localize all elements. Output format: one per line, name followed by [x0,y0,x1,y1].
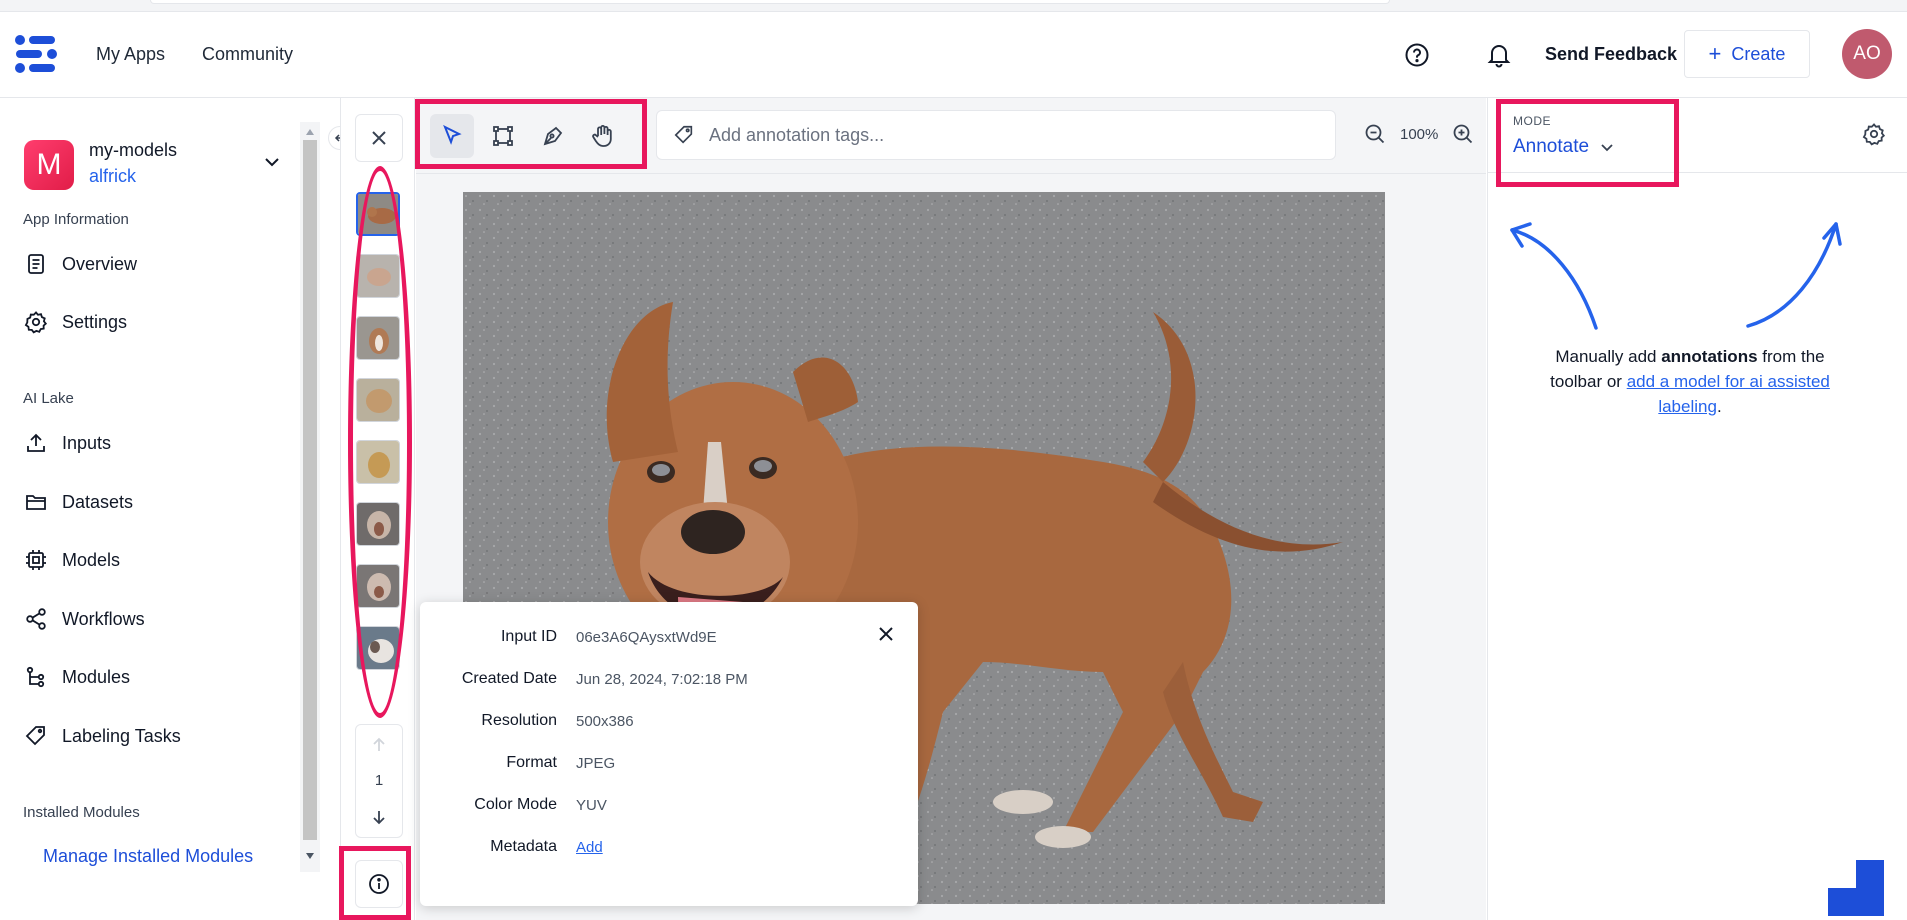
sidebar-item-label: Labeling Tasks [62,725,181,746]
section-ai-lake: AI Lake [23,390,74,407]
sidebar-item-labeling-tasks[interactable]: Labeling Tasks [24,721,181,751]
sidebar-item-label: Inputs [62,432,112,453]
close-popup-icon[interactable] [876,624,896,644]
zoom-level: 100% [1400,126,1439,143]
sidebar-item-settings[interactable]: Settings [24,307,127,337]
sidebar-item-workflows[interactable]: Workflows [24,604,145,634]
scroll-down-arrow-icon[interactable] [305,852,315,860]
nav-my-apps[interactable]: My Apps [96,44,165,65]
create-label: Create [1731,43,1786,64]
sidebar-item-label: Settings [62,311,128,332]
sidebar-item-inputs[interactable]: Inputs [24,428,111,458]
info-value-resolution: 500x386 [576,713,634,730]
send-feedback-link[interactable]: Send Feedback [1545,44,1677,65]
create-button[interactable]: + Create [1684,30,1810,78]
curved-arrow-left-icon [1500,220,1610,335]
sidebar-item-label: Overview [62,253,138,274]
annotation-hint: Manually add annotations from the toolba… [1540,344,1840,419]
add-metadata-link[interactable]: Add [576,839,603,856]
hint-text-1: Manually add [1555,347,1662,366]
info-label-color-mode: Color Mode [474,796,557,813]
highlight-thumbnails [348,166,412,718]
highlight-info-button [339,846,411,920]
chat-widget-button[interactable] [1828,860,1884,916]
hint-bold: annotations [1661,347,1758,366]
info-value-input-id: 06e3A6QAysxtWd9E [576,629,717,646]
highlight-mode-selector [1496,99,1679,187]
chip-icon [24,548,48,572]
gear-icon [24,310,48,334]
tag-icon [673,124,695,146]
add-model-link[interactable]: add a model for ai assisted labeling [1627,372,1830,416]
clarifai-logo-icon[interactable] [14,34,60,74]
manage-installed-modules-link[interactable]: Manage Installed Modules [43,846,253,867]
share-icon [24,607,48,631]
zoom-in-icon[interactable] [1451,122,1475,146]
curved-arrow-right-icon [1740,214,1850,334]
app-tile[interactable]: M [24,140,74,190]
upload-icon [24,431,48,455]
info-value-color-mode: YUV [576,797,607,814]
section-installed-modules: Installed Modules [23,804,140,821]
folder-icon [24,490,48,514]
user-avatar[interactable]: AO [1842,29,1892,79]
gear-icon[interactable] [1862,122,1886,146]
sidebar-item-models[interactable]: Models [24,545,120,575]
document-icon [24,252,48,276]
annotation-tags-field[interactable] [656,110,1336,160]
scroll-up-arrow-icon[interactable] [305,128,315,136]
top-strip-tab [150,0,1390,4]
page-number: 1 [374,772,384,789]
app-user-link[interactable]: alfrick [89,166,136,187]
close-annotator-button[interactable] [355,114,403,162]
sidebar-item-modules[interactable]: Modules [24,662,130,692]
sidebar-item-label: Datasets [62,491,134,512]
tag-icon [24,724,48,748]
info-label-format: Format [506,754,557,771]
arrow-up-icon[interactable] [370,736,388,754]
info-value-created-date: Jun 28, 2024, 7:02:18 PM [576,671,748,688]
close-icon [372,131,386,145]
zoom-out-icon[interactable] [1363,122,1387,146]
tree-icon [24,665,48,689]
nav-community[interactable]: Community [202,44,293,65]
annotation-tags-input[interactable] [709,124,1309,146]
highlight-toolbar-tools [415,99,647,169]
sidebar-item-label: Modules [62,666,131,687]
bell-icon[interactable] [1486,42,1512,68]
plus-icon: + [1708,41,1722,66]
hint-text-3: . [1716,397,1722,416]
sidebar-item-overview[interactable]: Overview [24,249,137,279]
info-label-resolution: Resolution [481,712,557,729]
chevron-down-icon[interactable] [262,152,282,172]
sidebar-item-datasets[interactable]: Datasets [24,487,133,517]
sidebar-item-label: Models [62,549,121,570]
sidebar-scroll-thumb[interactable] [303,140,317,840]
app-name[interactable]: my-models [89,140,177,161]
sidebar-item-label: Workflows [62,608,145,629]
section-app-information: App Information [23,211,129,228]
info-value-format: JPEG [576,755,616,772]
help-icon[interactable] [1404,42,1430,68]
